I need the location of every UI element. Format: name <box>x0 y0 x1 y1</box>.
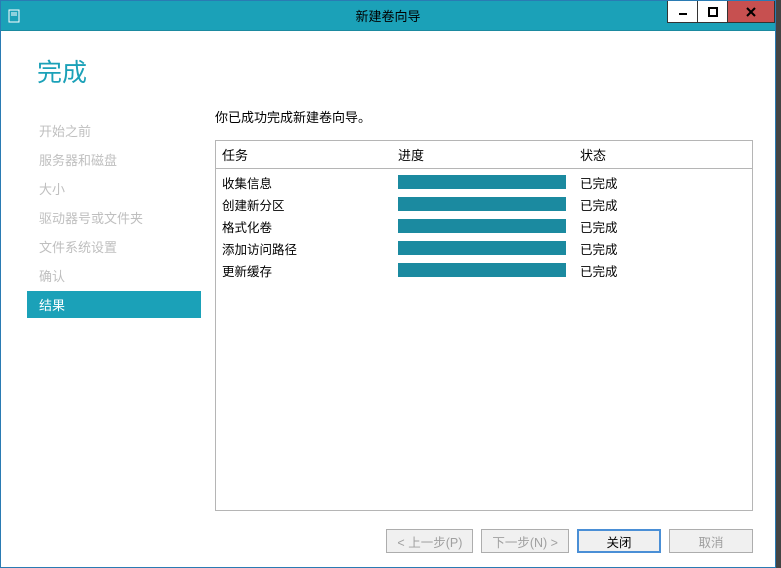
status-cell: 已完成 <box>580 173 746 192</box>
next-button: 下一步(N) > <box>481 529 569 553</box>
main-panel: 你已成功完成新建卷向导。 任务 进度 状态 收集信息 已完成 <box>201 107 775 511</box>
window-controls <box>667 1 775 23</box>
nav-before-start: 开始之前 <box>33 117 201 144</box>
close-wizard-button[interactable]: 关闭 <box>577 529 661 553</box>
content-area: 开始之前 服务器和磁盘 大小 驱动器号或文件夹 文件系统设置 确认 结果 你已成… <box>1 107 775 519</box>
table-row: 收集信息 已完成 <box>222 171 746 193</box>
nav-filesystem: 文件系统设置 <box>33 233 201 260</box>
progress-bar <box>398 263 566 277</box>
status-cell: 已完成 <box>580 217 746 236</box>
task-cell: 创建新分区 <box>222 195 398 214</box>
task-cell: 收集信息 <box>222 173 398 192</box>
progress-bar <box>398 197 566 211</box>
wizard-window: 新建卷向导 完成 开始之前 服务器和磁盘 大小 驱动器号或文件夹 文件系统设置 … <box>0 0 776 568</box>
task-cell: 更新缓存 <box>222 261 398 280</box>
right-edge-sliver <box>776 0 781 568</box>
table-row: 创建新分区 已完成 <box>222 193 746 215</box>
page-heading: 完成 <box>1 31 775 107</box>
nav-result[interactable]: 结果 <box>27 291 201 318</box>
progress-bar <box>398 219 566 233</box>
app-icon <box>1 3 27 29</box>
window-title: 新建卷向导 <box>1 6 775 25</box>
table-row: 更新缓存 已完成 <box>222 259 746 281</box>
table-body: 收集信息 已完成 创建新分区 已完成 格式化卷 已完成 <box>216 169 752 283</box>
button-bar: < 上一步(P) 下一步(N) > 关闭 取消 <box>1 519 775 567</box>
col-header-task: 任务 <box>222 145 398 164</box>
nav-confirm: 确认 <box>33 262 201 289</box>
summary-text: 你已成功完成新建卷向导。 <box>215 107 753 126</box>
wizard-sidebar: 开始之前 服务器和磁盘 大小 驱动器号或文件夹 文件系统设置 确认 结果 <box>1 107 201 511</box>
progress-cell <box>398 175 580 189</box>
table-row: 格式化卷 已完成 <box>222 215 746 237</box>
results-table: 任务 进度 状态 收集信息 已完成 创建新分区 已完成 <box>215 140 753 511</box>
close-button[interactable] <box>727 1 775 23</box>
maximize-button[interactable] <box>697 1 727 23</box>
progress-cell <box>398 219 580 233</box>
status-cell: 已完成 <box>580 261 746 280</box>
task-cell: 添加访问路径 <box>222 239 398 258</box>
titlebar: 新建卷向导 <box>1 1 775 31</box>
nav-drive-letter: 驱动器号或文件夹 <box>33 204 201 231</box>
progress-cell <box>398 241 580 255</box>
cancel-button: 取消 <box>669 529 753 553</box>
nav-server-disk: 服务器和磁盘 <box>33 146 201 173</box>
progress-cell <box>398 263 580 277</box>
task-cell: 格式化卷 <box>222 217 398 236</box>
status-cell: 已完成 <box>580 195 746 214</box>
progress-bar <box>398 241 566 255</box>
col-header-progress: 进度 <box>398 145 580 164</box>
progress-bar <box>398 175 566 189</box>
prev-button: < 上一步(P) <box>386 529 473 553</box>
status-cell: 已完成 <box>580 239 746 258</box>
table-row: 添加访问路径 已完成 <box>222 237 746 259</box>
nav-size: 大小 <box>33 175 201 202</box>
progress-cell <box>398 197 580 211</box>
table-header: 任务 进度 状态 <box>216 141 752 169</box>
window-body: 完成 开始之前 服务器和磁盘 大小 驱动器号或文件夹 文件系统设置 确认 结果 … <box>1 31 775 567</box>
col-header-status: 状态 <box>580 145 746 164</box>
minimize-button[interactable] <box>667 1 697 23</box>
